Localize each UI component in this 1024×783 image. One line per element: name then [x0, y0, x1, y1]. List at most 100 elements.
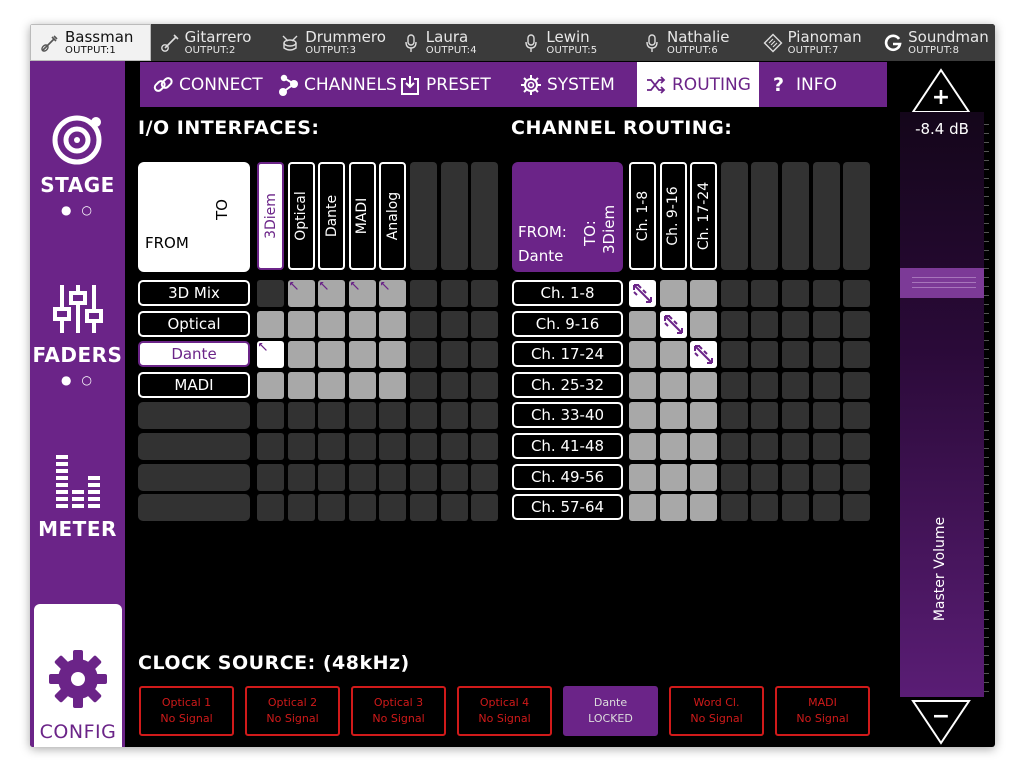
sidebar: STAGE ●○ FADERS ●○ METER CONFIG — [30, 61, 125, 747]
routing-matrix-cell[interactable] — [629, 341, 656, 369]
tab-system[interactable]: SYSTEM — [512, 62, 623, 107]
routing-row[interactable]: Ch. 57-64 — [512, 494, 623, 521]
output-tab-soundman[interactable]: Soundman OUTPUT:8 — [874, 24, 995, 61]
output-tab-nathalie[interactable]: Nathalie OUTPUT:6 — [633, 24, 754, 61]
io-matrix-cell[interactable] — [348, 341, 376, 369]
io-column-analog[interactable]: Analog — [379, 162, 407, 270]
routing-row[interactable]: Ch. 1-8 — [512, 280, 623, 306]
routing-matrix-cell[interactable] — [690, 310, 718, 338]
routing-matrix-cell[interactable] — [629, 371, 656, 399]
clock-source-name: Optical 3 — [373, 696, 424, 709]
routing-column[interactable]: Ch. 1-8 — [629, 162, 656, 270]
routing-matrix-cell[interactable] — [629, 433, 656, 460]
io-row-dante[interactable]: Dante — [138, 341, 250, 368]
routing-matrix-cell[interactable] — [690, 280, 718, 307]
io-matrix-cell[interactable] — [287, 341, 315, 369]
clock-source-status: No Signal — [690, 712, 743, 725]
routing-row[interactable]: Ch. 9-16 — [512, 310, 623, 337]
routing-matrix-cell[interactable] — [659, 280, 687, 307]
routing-matrix-cell[interactable] — [629, 310, 656, 338]
io-matrix-cell — [471, 280, 499, 307]
io-matrix-cell[interactable] — [348, 280, 376, 307]
routing-matrix-cell[interactable] — [659, 371, 687, 399]
volume-handle[interactable] — [900, 268, 984, 298]
io-matrix-cell[interactable] — [379, 341, 407, 369]
tab-info[interactable]: ? INFO — [765, 62, 845, 107]
output-tab-laura[interactable]: Laura OUTPUT:4 — [392, 24, 513, 61]
io-matrix-cell[interactable] — [257, 371, 284, 399]
clock-source-word-cl-[interactable]: Word Cl. No Signal — [669, 686, 764, 736]
io-matrix-cell[interactable] — [257, 341, 284, 369]
sidebar-item-faders[interactable]: FADERS ●○ — [30, 281, 125, 387]
io-matrix-cell[interactable] — [257, 280, 284, 307]
io-matrix-cell[interactable] — [287, 310, 315, 338]
routing-matrix-cell[interactable] — [629, 402, 656, 430]
routing-column[interactable]: Ch. 17-24 — [690, 162, 718, 270]
column-label: 3Diem — [262, 193, 279, 239]
io-matrix-cell[interactable] — [257, 310, 284, 338]
io-matrix-cell — [471, 494, 499, 522]
volume-down-button[interactable]: − — [911, 699, 971, 745]
io-row-optical[interactable]: Optical — [138, 310, 250, 337]
routing-row[interactable]: Ch. 25-32 — [512, 371, 623, 398]
output-tab-pianoman[interactable]: Pianoman OUTPUT:7 — [754, 24, 875, 61]
routing-matrix-cell[interactable] — [659, 494, 687, 522]
routing-matrix-cell[interactable] — [659, 402, 687, 430]
clock-source-name: Word Cl. — [693, 696, 740, 709]
io-matrix-cell[interactable] — [287, 371, 315, 399]
routing-matrix-cell[interactable] — [690, 463, 718, 491]
output-tab-gitarrero[interactable]: Gitarrero OUTPUT:2 — [151, 24, 272, 61]
io-matrix-cell[interactable] — [318, 280, 346, 307]
tab-preset[interactable]: PRESET — [391, 62, 499, 107]
routing-matrix-cell[interactable] — [690, 371, 718, 399]
output-tab-bassman[interactable]: Bassman OUTPUT:1 — [30, 24, 151, 61]
io-matrix-cell[interactable] — [348, 310, 376, 338]
routing-row[interactable]: Ch. 33-40 — [512, 402, 623, 429]
clock-source-optical-4[interactable]: Optical 4 No Signal — [457, 686, 552, 736]
tab-channels[interactable]: CHANNELS — [269, 62, 405, 107]
routing-matrix-cell[interactable] — [690, 341, 718, 369]
clock-source-optical-3[interactable]: Optical 3 No Signal — [351, 686, 446, 736]
routing-matrix-cell[interactable] — [690, 494, 718, 522]
io-column-dante[interactable]: Dante — [318, 162, 346, 270]
output-number: OUTPUT:3 — [305, 45, 357, 56]
io-matrix-cell[interactable] — [318, 341, 346, 369]
io-matrix-cell[interactable] — [379, 280, 407, 307]
io-matrix-cell[interactable] — [348, 371, 376, 399]
routing-matrix-cell[interactable] — [659, 310, 687, 338]
io-matrix-cell[interactable] — [379, 371, 407, 399]
tab-connect[interactable]: CONNECT — [144, 62, 271, 107]
output-tab-lewin[interactable]: Lewin OUTPUT:5 — [512, 24, 633, 61]
routing-matrix-cell[interactable] — [659, 341, 687, 369]
io-matrix-cell[interactable] — [287, 280, 315, 307]
volume-up-button[interactable]: + — [911, 68, 971, 114]
sidebar-item-stage[interactable]: STAGE ●○ — [30, 111, 125, 217]
tab-routing[interactable]: ROUTING — [637, 62, 759, 107]
routing-matrix-cell[interactable] — [690, 402, 718, 430]
io-row-madi[interactable]: MADI — [138, 371, 250, 398]
io-row-3d-mix[interactable]: 3D Mix — [138, 280, 250, 306]
io-column-optical[interactable]: Optical — [287, 162, 315, 270]
routing-matrix-cell[interactable] — [659, 463, 687, 491]
routing-row[interactable]: Ch. 49-56 — [512, 463, 623, 490]
io-column-madi[interactable]: MADI — [348, 162, 376, 270]
routing-matrix-cell[interactable] — [659, 433, 687, 460]
sidebar-item-meter[interactable]: METER — [30, 451, 125, 541]
routing-row[interactable]: Ch. 41-48 — [512, 433, 623, 459]
routing-matrix-cell[interactable] — [690, 433, 718, 460]
output-tab-drummero[interactable]: Drummero OUTPUT:3 — [271, 24, 392, 61]
io-column-3diem[interactable]: 3Diem — [257, 162, 284, 270]
routing-column[interactable]: Ch. 9-16 — [659, 162, 687, 270]
routing-matrix-cell[interactable] — [629, 280, 656, 307]
clock-source-madi[interactable]: MADI No Signal — [775, 686, 870, 736]
routing-row[interactable]: Ch. 17-24 — [512, 341, 623, 368]
io-matrix-cell[interactable] — [318, 371, 346, 399]
clock-source-optical-2[interactable]: Optical 2 No Signal — [245, 686, 340, 736]
clock-source-dante[interactable]: Dante LOCKED — [563, 686, 658, 736]
routing-matrix-cell[interactable] — [629, 494, 656, 522]
io-matrix-cell[interactable] — [318, 310, 346, 338]
io-matrix-cell[interactable] — [379, 310, 407, 338]
sidebar-item-config[interactable]: CONFIG — [34, 604, 122, 747]
clock-source-optical-1[interactable]: Optical 1 No Signal — [139, 686, 234, 736]
routing-matrix-cell[interactable] — [629, 463, 656, 491]
